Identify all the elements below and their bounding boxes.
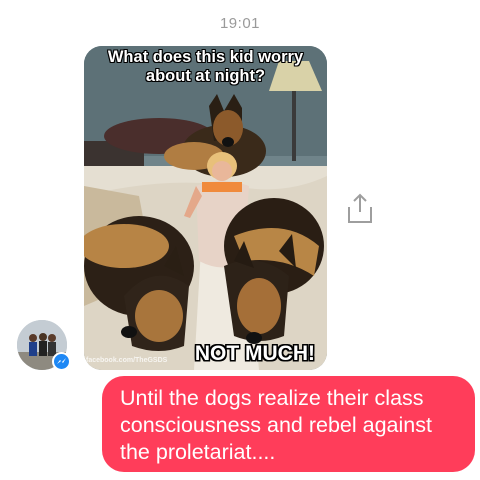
- meme-caption-top: What does this kid worry about at night?: [107, 48, 304, 85]
- messenger-icon: [52, 352, 71, 371]
- meme-caption-bottom: NOT MUCH!: [194, 342, 315, 365]
- meme-watermark: facebook.com/TheGSDS: [86, 357, 168, 364]
- outgoing-message-bubble[interactable]: Until the dogs realize their class consc…: [102, 376, 475, 472]
- message-timestamp: 19:01: [219, 15, 261, 32]
- image-message[interactable]: What does this kid worry about at night?…: [84, 46, 327, 370]
- outgoing-message-text: Until the dogs realize their class consc…: [120, 386, 432, 464]
- share-icon[interactable]: [345, 192, 375, 224]
- meme-photo: [84, 46, 327, 370]
